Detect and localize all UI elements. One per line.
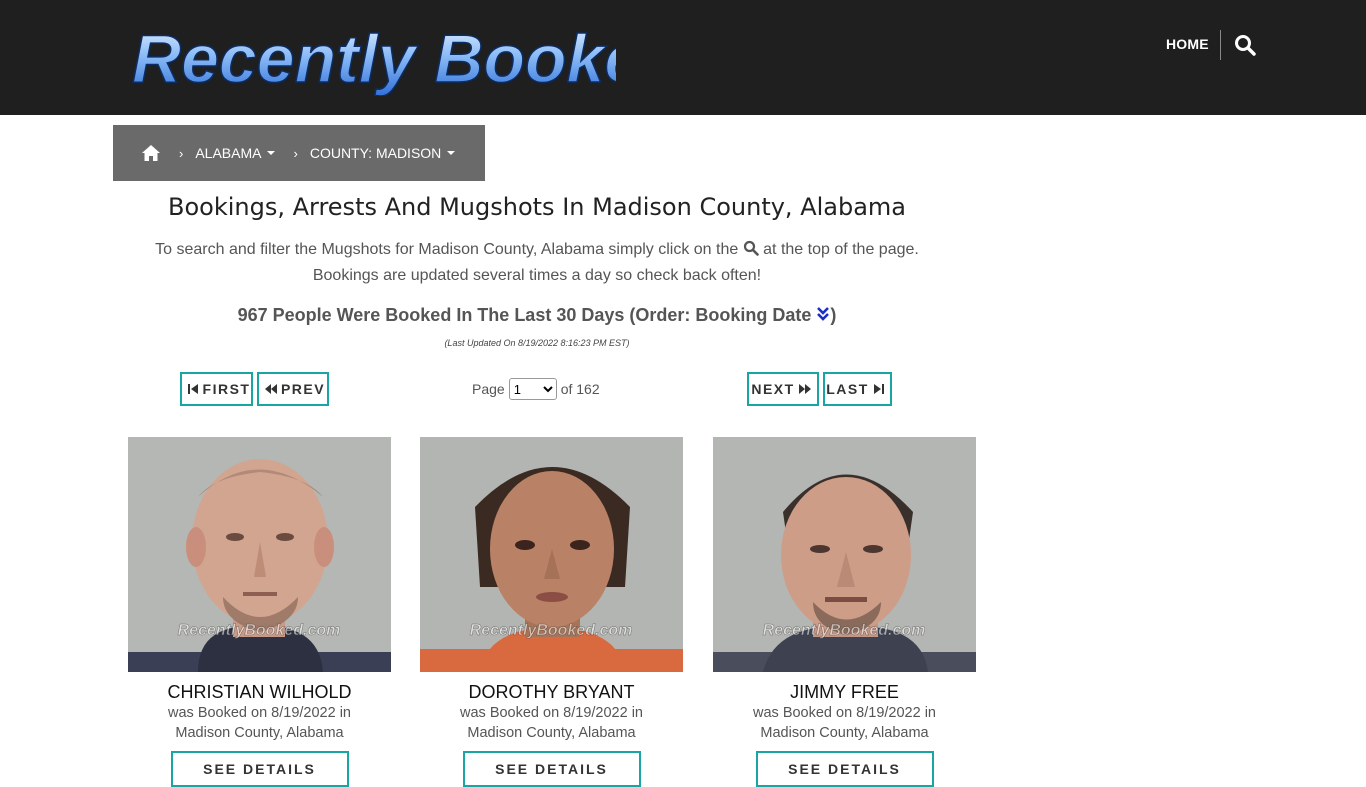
mugshot-image: RecentlyBooked.com: [420, 437, 683, 672]
breadcrumb-label: ALABAMA: [195, 145, 262, 161]
nav-home-link[interactable]: HOME: [1166, 36, 1209, 52]
breadcrumb-county[interactable]: COUNTY: MADISON: [309, 145, 456, 161]
home-icon[interactable]: [141, 144, 161, 162]
intro-line1-pre: To search and filter the Mugshots for Ma…: [155, 241, 739, 258]
see-details-button[interactable]: SEE DETAILS: [170, 751, 349, 787]
intro-text: To search and filter the Mugshots for Ma…: [113, 237, 961, 289]
search-icon: [743, 239, 759, 256]
first-page-button[interactable]: FIRST: [180, 372, 253, 406]
last-updated: (Last Updated On 8/19/2022 8:16:23 PM ES…: [444, 338, 630, 348]
next-label: NEXT: [751, 381, 795, 397]
last-label: LAST: [826, 381, 869, 397]
booking-card[interactable]: RecentlyBooked.com JIMMY FREE was Booked…: [713, 437, 976, 787]
mugshot-photo[interactable]: RecentlyBooked.com: [420, 437, 683, 672]
chevron-right-icon: ›: [293, 145, 298, 161]
nav-divider: [1220, 30, 1221, 60]
booking-info-line1: was Booked on 8/19/2022 in: [753, 705, 936, 721]
site-header: Recently Booked HOME: [0, 0, 1366, 115]
breadcrumb-alabama[interactable]: ALABAMA: [195, 145, 276, 161]
prev-page-button[interactable]: PREV: [257, 372, 329, 406]
page-total: of 162: [560, 381, 600, 397]
breadcrumb-label: COUNTY: MADISON: [309, 145, 442, 161]
see-details-button[interactable]: SEE DETAILS: [462, 751, 641, 787]
page-title: Bookings, Arrests And Mugshots In Madiso…: [167, 193, 907, 221]
chevron-right-icon: ›: [179, 145, 184, 161]
last-page-button[interactable]: LAST: [823, 372, 892, 406]
logo-wordmark: Recently Booked: [131, 20, 686, 98]
booking-info-line2: Madison County, Alabama: [467, 725, 636, 741]
first-label: FIRST: [202, 381, 251, 397]
booking-count-close: ): [830, 305, 837, 325]
fast-forward-icon: [798, 384, 811, 394]
booking-info-line2: Madison County, Alabama: [760, 725, 929, 741]
intro-line2: Bookings are updated several times a day…: [312, 267, 762, 284]
booking-info-line2: Madison County, Alabama: [175, 725, 344, 741]
skip-first-icon: [187, 384, 198, 394]
inmate-name[interactable]: CHRISTIAN WILHOLD: [128, 682, 391, 703]
svg-text:RecentlyBooked.com: RecentlyBooked.com: [763, 622, 926, 639]
double-chevron-down-icon[interactable]: [816, 306, 830, 322]
svg-text:Recently Booked: Recently Booked: [132, 21, 616, 96]
booking-info-line1: was Booked on 8/19/2022 in: [168, 705, 351, 721]
svg-text:RecentlyBooked.com: RecentlyBooked.com: [470, 622, 633, 639]
page-select[interactable]: 1: [508, 378, 557, 400]
skip-last-icon: [873, 384, 884, 394]
mugshot-photo[interactable]: RecentlyBooked.com: [128, 437, 391, 672]
caret-down-icon: [447, 151, 456, 155]
booking-count: 967 People Were Booked In The Last 30 Da…: [113, 305, 961, 326]
mugshot-image: RecentlyBooked.com: [713, 437, 976, 672]
next-page-button[interactable]: NEXT: [747, 372, 819, 406]
caret-down-icon: [267, 151, 276, 155]
rewind-icon: [264, 384, 277, 394]
booking-info-line1: was Booked on 8/19/2022 in: [460, 705, 643, 721]
prev-label: PREV: [280, 381, 326, 397]
page-label: Page: [472, 381, 505, 397]
see-details-button[interactable]: SEE DETAILS: [755, 751, 934, 787]
search-icon[interactable]: [1233, 33, 1257, 57]
intro-line1-post: at the top of the page.: [763, 241, 919, 258]
page-selector: Page 1 of 162: [472, 378, 600, 400]
svg-text:RecentlyBooked.com: RecentlyBooked.com: [178, 622, 341, 639]
inmate-name[interactable]: JIMMY FREE: [713, 682, 976, 703]
breadcrumb: › ALABAMA › COUNTY: MADISON: [113, 125, 485, 181]
booking-card[interactable]: RecentlyBooked.com CHRISTIAN WILHOLD was…: [128, 437, 391, 787]
inmate-name[interactable]: DOROTHY BRYANT: [420, 682, 683, 703]
mugshot-photo[interactable]: RecentlyBooked.com: [713, 437, 976, 672]
booking-card[interactable]: RecentlyBooked.com DOROTHY BRYANT was Bo…: [420, 437, 683, 787]
booking-count-text: 967 People Were Booked In The Last 30 Da…: [237, 305, 812, 325]
mugshot-image: RecentlyBooked.com: [128, 437, 391, 672]
site-logo[interactable]: Recently Booked: [126, 18, 686, 98]
